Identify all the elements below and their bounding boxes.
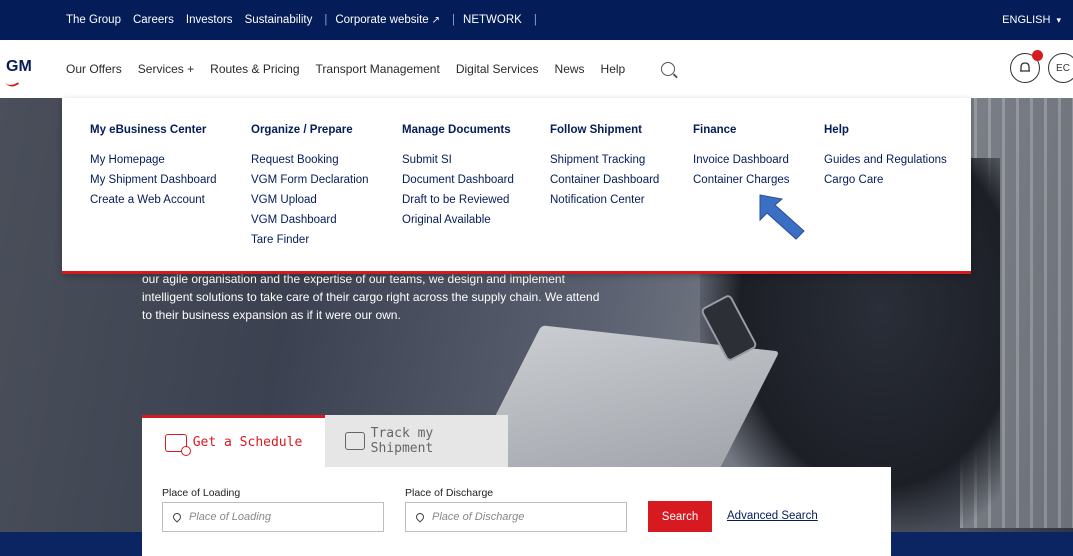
annotation-arrow-icon: [759, 194, 805, 240]
menu-column-organize: Organize / Prepare Request Booking VGM F…: [251, 124, 369, 253]
tab-track-shipment-label: Track my Shipment: [370, 426, 434, 456]
container-search-icon: [345, 432, 365, 450]
calendar-clock-icon: [164, 433, 191, 456]
menu-column-title: Help: [824, 124, 849, 136]
account-initials: EC: [1056, 62, 1070, 74]
tab-get-schedule[interactable]: Get a Schedule: [142, 415, 325, 467]
separator: |: [452, 14, 456, 26]
schedule-search-form: Place of Loading Place of Loading Place …: [142, 467, 891, 556]
nav-routes-pricing[interactable]: Routes & Pricing: [210, 62, 299, 76]
menu-column-title: Finance: [693, 124, 737, 136]
menu-column-ebusiness: My eBusiness Center My Homepage My Shipm…: [90, 124, 217, 213]
separator: |: [324, 14, 328, 26]
tab-get-schedule-label: Get a Schedule: [192, 435, 303, 450]
top-link-investors[interactable]: Investors: [186, 14, 233, 26]
menu-column-title: My eBusiness Center: [90, 124, 207, 136]
search-tabs: Get a Schedule Track my Shipment: [142, 415, 508, 467]
menu-item-original-available[interactable]: Original Available: [402, 213, 514, 233]
menu-column-title: Follow Shipment: [550, 124, 642, 136]
nav-items: Our Offers Services + Routes & Pricing T…: [66, 40, 676, 104]
menu-item-my-shipment-dashboard[interactable]: My Shipment Dashboard: [90, 173, 217, 193]
corporate-website-label: Corporate website: [335, 14, 429, 26]
menu-item-document-dashboard[interactable]: Document Dashboard: [402, 173, 514, 193]
menu-item-create-web-account[interactable]: Create a Web Account: [90, 193, 217, 213]
menu-column-help: Help Guides and Regulations Cargo Care: [824, 124, 947, 193]
language-label: ENGLISH: [1002, 14, 1051, 26]
account-button[interactable]: EC: [1048, 53, 1073, 83]
top-link-network[interactable]: NETWORK: [463, 14, 522, 26]
location-pin-icon: [414, 511, 426, 523]
nav-our-offers[interactable]: Our Offers: [66, 62, 122, 76]
menu-item-notification-center[interactable]: Notification Center: [550, 193, 659, 213]
bell-icon: [1020, 62, 1030, 72]
top-link-the-group[interactable]: The Group: [66, 14, 121, 26]
menu-item-submit-si[interactable]: Submit SI: [402, 153, 514, 173]
transport-management-menu: My eBusiness Center My Homepage My Shipm…: [62, 98, 971, 274]
search-icon[interactable]: [661, 62, 676, 76]
place-of-discharge-input[interactable]: Place of Discharge: [405, 502, 627, 532]
tab-track-shipment[interactable]: Track my Shipment: [325, 415, 508, 467]
logo[interactable]: GM: [6, 58, 32, 76]
place-of-discharge-placeholder: Place of Discharge: [432, 511, 525, 523]
search-button[interactable]: Search: [648, 501, 712, 532]
menu-item-guides-regulations[interactable]: Guides and Regulations: [824, 153, 947, 173]
menu-column-title: Organize / Prepare: [251, 124, 353, 136]
place-of-loading-input[interactable]: Place of Loading: [162, 502, 384, 532]
menu-item-vgm-form-declaration[interactable]: VGM Form Declaration: [251, 173, 369, 193]
top-bar: The Group Careers Investors Sustainabili…: [0, 0, 1073, 40]
notification-badge: [1032, 50, 1043, 61]
location-pin-icon: [171, 511, 183, 523]
advanced-search-link[interactable]: Advanced Search: [727, 510, 818, 522]
separator: |: [533, 14, 537, 26]
nav-transport-management[interactable]: Transport Management: [311, 62, 459, 104]
menu-item-vgm-dashboard[interactable]: VGM Dashboard: [251, 213, 369, 233]
place-of-loading-placeholder: Place of Loading: [189, 511, 271, 523]
top-link-careers[interactable]: Careers: [133, 14, 174, 26]
menu-item-shipment-tracking[interactable]: Shipment Tracking: [550, 153, 659, 173]
menu-item-cargo-care[interactable]: Cargo Care: [824, 173, 947, 193]
menu-item-my-homepage[interactable]: My Homepage: [90, 153, 217, 173]
hero-text: our agile organisation and the expertise…: [142, 272, 600, 322]
menu-column-title: Manage Documents: [402, 124, 511, 136]
nav-help[interactable]: Help: [601, 62, 626, 76]
menu-column-documents: Manage Documents Submit SI Document Dash…: [402, 124, 514, 233]
menu-column-follow-shipment: Follow Shipment Shipment Tracking Contai…: [550, 124, 659, 213]
nav-news[interactable]: News: [555, 62, 585, 76]
external-link-icon: ↗: [431, 15, 441, 26]
chevron-down-icon: ▾: [1056, 14, 1061, 25]
nav-services[interactable]: Services +: [138, 62, 194, 76]
menu-item-tare-finder[interactable]: Tare Finder: [251, 233, 369, 253]
nav-digital-services[interactable]: Digital Services: [456, 62, 539, 76]
menu-item-container-charges[interactable]: Container Charges: [693, 173, 790, 193]
top-link-sustainability[interactable]: Sustainability: [245, 14, 313, 26]
discharge-label: Place of Discharge: [405, 487, 494, 499]
menu-item-request-booking[interactable]: Request Booking: [251, 153, 369, 173]
menu-column-finance: Finance Invoice Dashboard Container Char…: [693, 124, 790, 193]
top-link-corporate-website[interactable]: Corporate website ↗: [335, 14, 440, 26]
menu-item-invoice-dashboard[interactable]: Invoice Dashboard: [693, 153, 790, 173]
menu-item-container-dashboard[interactable]: Container Dashboard: [550, 173, 659, 193]
menu-item-vgm-upload[interactable]: VGM Upload: [251, 193, 369, 213]
loading-label: Place of Loading: [162, 487, 241, 499]
top-links: The Group Careers Investors Sustainabili…: [66, 0, 545, 40]
language-selector[interactable]: ENGLISH ▾: [1002, 0, 1061, 40]
menu-item-draft-to-be-reviewed[interactable]: Draft to be Reviewed: [402, 193, 514, 213]
